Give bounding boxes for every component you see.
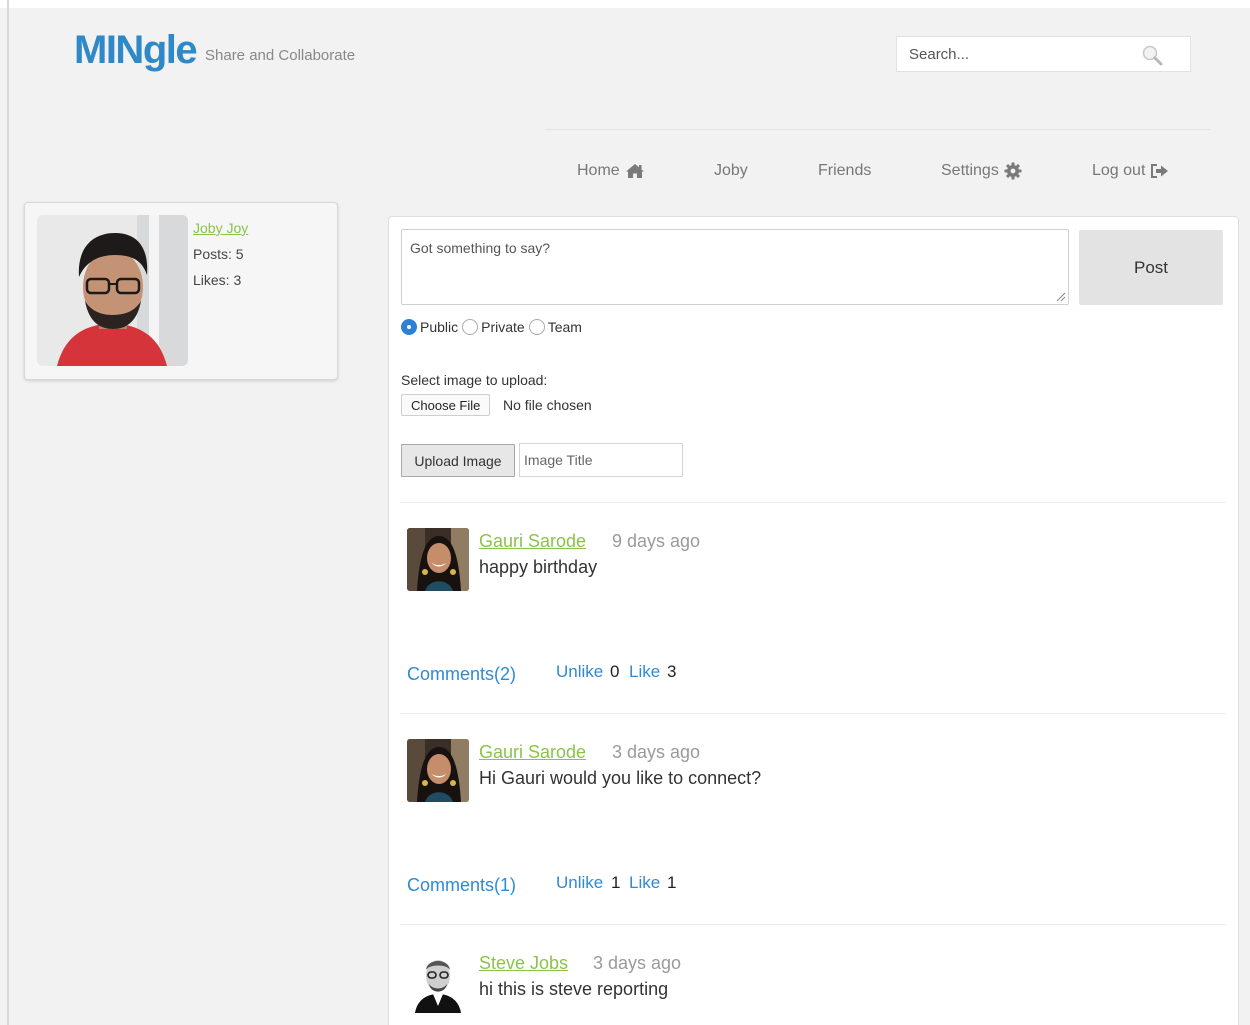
logo[interactable]: MINgle: [74, 28, 198, 73]
divider: [401, 502, 1226, 503]
nav-logout-label: Log out: [1092, 162, 1146, 179]
radio-private-label: Private: [481, 319, 525, 335]
post-timestamp: 3 days ago: [593, 953, 682, 973]
radio-private[interactable]: [462, 319, 479, 335]
post-author-link[interactable]: Gauri Sarode: [479, 742, 586, 763]
like-count: 3: [667, 662, 677, 681]
author-avatar[interactable]: [407, 528, 469, 591]
divider: [401, 713, 1226, 714]
visibility-options: Public Private Team: [401, 319, 586, 335]
comments-link[interactable]: Comments(2): [407, 664, 516, 685]
nav-logout[interactable]: Log out: [1092, 162, 1170, 180]
unlike-count: 0: [610, 662, 620, 681]
upload-label: Select image to upload:: [401, 372, 548, 388]
unlike-link[interactable]: Unlike: [556, 662, 603, 682]
file-status: No file chosen: [503, 397, 592, 413]
like-link[interactable]: Like: [629, 873, 660, 893]
profile-posts: Posts: 5: [193, 246, 244, 262]
post-textarea[interactable]: [401, 229, 1069, 305]
top-border: [0, 0, 1250, 8]
nav-friends[interactable]: Friends: [818, 162, 871, 180]
radio-team[interactable]: [528, 319, 545, 335]
search-box: [896, 36, 1191, 72]
profile-name-link[interactable]: Joby Joy: [193, 220, 248, 236]
post-author-link[interactable]: Steve Jobs: [479, 953, 568, 974]
nav-home-label: Home: [577, 162, 620, 179]
like-link[interactable]: Like: [629, 662, 660, 682]
feed-panel: Post Public Private Team Select image to…: [388, 216, 1239, 1025]
radio-public-label: Public: [420, 319, 459, 335]
home-icon: [625, 164, 644, 178]
nav-joby-label: Joby: [714, 162, 748, 179]
post-timestamp: 9 days ago: [612, 531, 701, 551]
nav-settings-label: Settings: [941, 162, 999, 179]
nav-joby[interactable]: Joby: [714, 162, 748, 180]
post-timestamp: 3 days ago: [612, 742, 701, 762]
nav-divider: [545, 129, 1210, 130]
gear-icon: [1004, 162, 1022, 180]
author-avatar[interactable]: [407, 739, 469, 802]
resize-handle-icon[interactable]: [1056, 292, 1066, 302]
post-text: Hi Gauri would you like to connect?: [479, 768, 762, 788]
post-button[interactable]: Post: [1079, 230, 1223, 305]
tagline: Share and Collaborate: [205, 47, 356, 64]
choose-file-button[interactable]: Choose File: [401, 394, 491, 416]
profile-likes: Likes: 3: [193, 272, 242, 288]
radio-public[interactable]: [401, 319, 417, 335]
left-border: [7, 0, 9, 1025]
nav-friends-label: Friends: [818, 162, 872, 179]
nav-home[interactable]: Home: [577, 162, 645, 180]
radio-team-label: Team: [547, 319, 582, 335]
profile-card: Joby Joy Posts: 5 Likes: 3: [24, 202, 338, 380]
divider: [401, 924, 1226, 925]
comments-link[interactable]: Comments(1): [407, 875, 516, 896]
post-text: happy birthday: [479, 557, 598, 577]
unlike-count: 1: [611, 873, 621, 892]
like-count: 1: [667, 873, 677, 892]
logout-icon: [1151, 164, 1169, 178]
upload-image-button[interactable]: Upload Image: [401, 444, 515, 477]
image-title-input[interactable]: [519, 443, 683, 477]
search-icon[interactable]: [1140, 43, 1164, 67]
search-input[interactable]: [897, 37, 1127, 71]
unlike-link[interactable]: Unlike: [556, 873, 603, 893]
author-avatar[interactable]: [407, 950, 469, 1013]
nav-settings[interactable]: Settings: [941, 162, 1022, 180]
post-text: hi this is steve reporting: [479, 979, 669, 999]
post-author-link[interactable]: Gauri Sarode: [479, 531, 586, 552]
profile-avatar[interactable]: [37, 215, 188, 366]
